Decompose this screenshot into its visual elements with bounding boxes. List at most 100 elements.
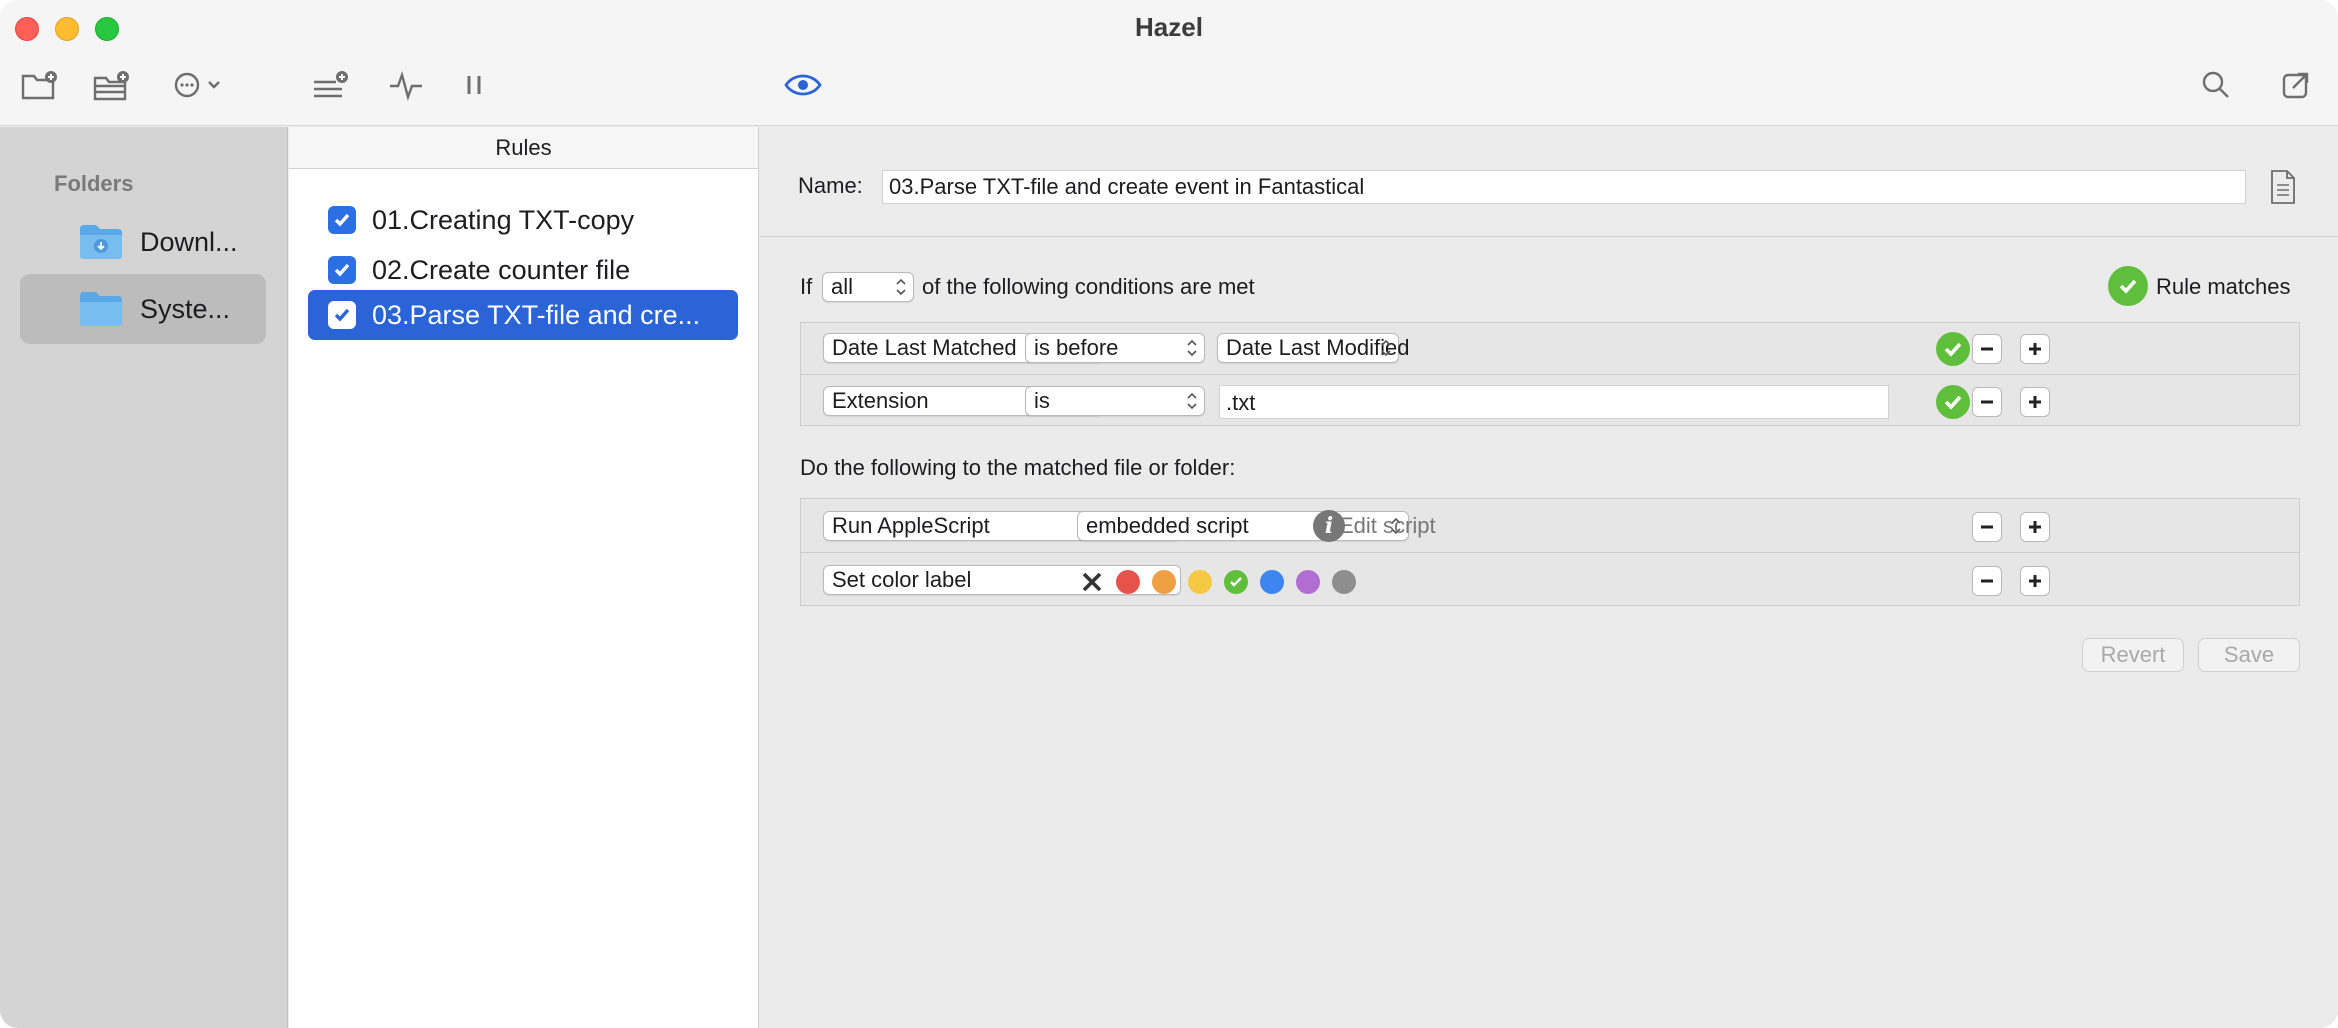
folder-options-button[interactable] xyxy=(90,62,134,108)
rule-label: 03.Parse TXT-file and cre... xyxy=(372,299,701,330)
action-name: Set color label xyxy=(832,567,972,592)
search-icon xyxy=(2202,71,2229,98)
revert-button[interactable]: Revert xyxy=(2082,638,2184,672)
new-rule-icon xyxy=(314,71,348,98)
preview-button[interactable] xyxy=(780,62,826,108)
popup-arrows-icon xyxy=(896,278,906,296)
rule-detail-pane: Name: 03.Parse TXT-file and create event… xyxy=(760,127,2338,1028)
rule-enabled-checkbox[interactable] xyxy=(328,301,356,329)
edit-script-link[interactable]: Edit script xyxy=(1339,513,1436,539)
sidebar-item-downloads[interactable]: Downl... xyxy=(20,207,266,277)
popup-arrows-icon xyxy=(1187,339,1197,357)
minus-icon xyxy=(1981,400,1993,404)
activity-icon xyxy=(390,71,422,101)
add-folder-button[interactable] xyxy=(18,62,62,108)
no-color-label-icon[interactable] xyxy=(1079,569,1105,595)
rule-name-row: Name: 03.Parse TXT-file and create event… xyxy=(760,127,2338,237)
color-label-green[interactable] xyxy=(1224,570,1248,594)
window-title: Hazel xyxy=(1135,12,1203,42)
sidebar-item-system[interactable]: Syste... xyxy=(20,274,266,344)
color-label-red[interactable] xyxy=(1116,570,1140,594)
hazel-window: Hazel Folders Downl... Syste... Rules 01… xyxy=(0,0,2338,1028)
match-mode-value: all xyxy=(831,274,854,299)
rule-enabled-checkbox[interactable] xyxy=(328,256,356,284)
rules-header: Rules xyxy=(289,127,758,169)
condition-2-operator-popup[interactable]: is xyxy=(1025,386,1205,416)
open-in-window-button[interactable] xyxy=(2276,62,2316,108)
condition-match-check-icon xyxy=(1936,332,1970,366)
checkmark-icon xyxy=(334,308,350,322)
downloads-folder-icon xyxy=(78,223,124,261)
save-button[interactable]: Save xyxy=(2198,638,2300,672)
condition-1-value-popup[interactable]: Date Last Modified xyxy=(1217,333,1409,363)
condition-operator: is xyxy=(1034,388,1050,413)
pause-button[interactable] xyxy=(456,62,492,108)
rule-name-field[interactable]: 03.Parse TXT-file and create event in Fa… xyxy=(882,170,2246,204)
checkmark-icon xyxy=(334,263,350,277)
condition-1-operator-popup[interactable]: is before xyxy=(1025,333,1205,363)
pause-icon xyxy=(467,76,481,94)
add-condition-button[interactable] xyxy=(2020,334,2050,364)
preview-eye-icon xyxy=(784,74,822,96)
plus-icon xyxy=(2029,396,2041,408)
rule-item-3[interactable]: 03.Parse TXT-file and cre... xyxy=(308,290,738,340)
folders-sidebar: Folders Downl... Syste... xyxy=(0,127,288,1028)
search-button[interactable] xyxy=(2196,62,2236,108)
remove-action-button[interactable] xyxy=(1972,512,2002,542)
folder-icon xyxy=(78,290,124,328)
plus-icon xyxy=(2029,575,2041,587)
selected-check-icon xyxy=(1230,577,1242,587)
name-label: Name: xyxy=(798,173,863,198)
script-source: embedded script xyxy=(1086,513,1249,538)
popup-arrows-icon xyxy=(1187,392,1197,410)
condition-attribute: Date Last Matched xyxy=(832,335,1017,360)
popup-arrows-icon xyxy=(1381,339,1391,357)
remove-condition-button[interactable] xyxy=(1972,387,2002,417)
remove-action-button[interactable] xyxy=(1972,566,2002,596)
more-actions-icon xyxy=(174,72,220,98)
rule-item-2[interactable]: 02.Create counter file xyxy=(308,245,738,295)
rule-notes-icon[interactable] xyxy=(2268,169,2298,205)
conditions-box: Date Last Matched is before Date Last Mo… xyxy=(800,322,2300,426)
action-name: Run AppleScript xyxy=(832,513,990,538)
checkmark-icon xyxy=(334,213,350,227)
add-rule-button[interactable] xyxy=(308,62,352,108)
condition-operator: is before xyxy=(1034,335,1119,360)
activity-button[interactable] xyxy=(384,62,428,108)
more-actions-button[interactable] xyxy=(170,62,232,108)
rule-label: 02.Create counter file xyxy=(372,254,631,285)
condition-2-value-field[interactable]: .txt xyxy=(1219,385,1889,419)
color-label-purple[interactable] xyxy=(1296,570,1320,594)
open-window-icon xyxy=(2282,72,2309,99)
rule-item-1[interactable]: 01.Creating TXT-copy xyxy=(308,195,738,245)
color-label-blue[interactable] xyxy=(1260,570,1284,594)
color-label-yellow[interactable] xyxy=(1188,570,1212,594)
color-label-gray[interactable] xyxy=(1332,570,1356,594)
minus-icon xyxy=(1981,579,1993,583)
folders-heading: Folders xyxy=(54,171,134,196)
add-action-button[interactable] xyxy=(2020,512,2050,542)
rule-enabled-checkbox[interactable] xyxy=(328,206,356,234)
actions-box: Run AppleScript embedded script i Edit s… xyxy=(800,498,2300,606)
divider xyxy=(801,374,2299,375)
minus-icon xyxy=(1981,347,1993,351)
folder-settings-icon xyxy=(93,71,129,101)
remove-condition-button[interactable] xyxy=(1972,334,2002,364)
plus-icon xyxy=(2029,343,2041,355)
conditions-suffix: of the following conditions are met xyxy=(922,274,1255,299)
titlebar: Hazel xyxy=(0,0,2338,126)
rule-label: 01.Creating TXT-copy xyxy=(372,204,635,235)
rule-matches-label: Rule matches xyxy=(2156,274,2291,299)
plus-icon xyxy=(2029,521,2041,533)
sidebar-item-label: Downl... xyxy=(140,226,238,257)
divider xyxy=(801,552,2299,553)
sidebar-item-label: Syste... xyxy=(140,293,231,324)
condition-attribute: Extension xyxy=(832,388,929,413)
add-action-button[interactable] xyxy=(2020,566,2050,596)
color-label-orange[interactable] xyxy=(1152,570,1176,594)
rules-list: Rules 01.Creating TXT-copy 02.Create cou… xyxy=(289,127,759,1028)
add-condition-button[interactable] xyxy=(2020,387,2050,417)
minus-icon xyxy=(1981,525,1993,529)
new-folder-icon xyxy=(21,71,57,100)
match-mode-popup[interactable]: all xyxy=(822,272,914,302)
